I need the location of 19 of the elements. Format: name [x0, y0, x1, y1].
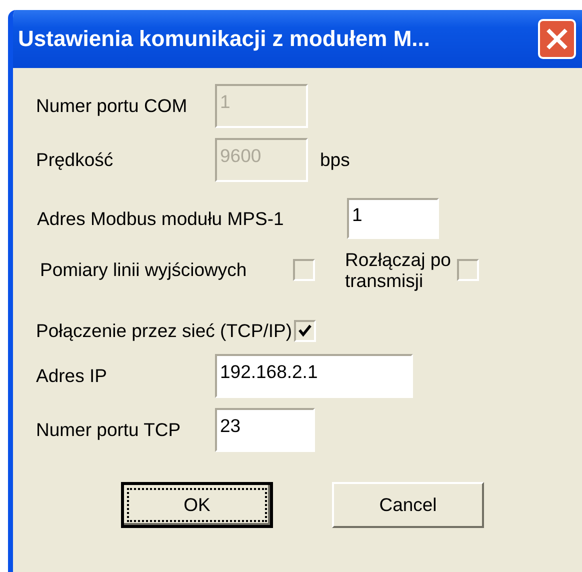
ok-button[interactable]: OK: [121, 482, 273, 528]
field-label: Numer portu COM: [36, 95, 188, 117]
field-label: Adres Modbus modułu MPS-1: [36, 208, 285, 230]
field-label: Numer portu TCP: [36, 418, 182, 441]
cancel-button[interactable]: Cancel: [332, 482, 484, 528]
unit-label: bps: [320, 149, 350, 171]
close-icon[interactable]: [538, 19, 576, 59]
modbus-address-field[interactable]: 1: [347, 198, 439, 239]
checkbox[interactable]: [457, 259, 479, 282]
tcp-port-field[interactable]: 23: [215, 408, 315, 452]
window-title: Ustawienia komunikacji z modułem M...: [18, 26, 431, 52]
checkbox-label: Połączenie przez sieć (TCP/IP): [36, 320, 292, 342]
field-label: Prędkość: [36, 149, 114, 171]
checkbox[interactable]: [293, 259, 315, 282]
ip-address-field[interactable]: 192.168.2.1: [215, 354, 413, 398]
checkbox-label: Pomiary linii wyjściowych: [39, 259, 248, 282]
checkbox[interactable]: [294, 320, 316, 342]
checkbox-label: Rozłączaj po transmisji: [345, 249, 452, 292]
field-label: Adres IP: [36, 364, 108, 387]
